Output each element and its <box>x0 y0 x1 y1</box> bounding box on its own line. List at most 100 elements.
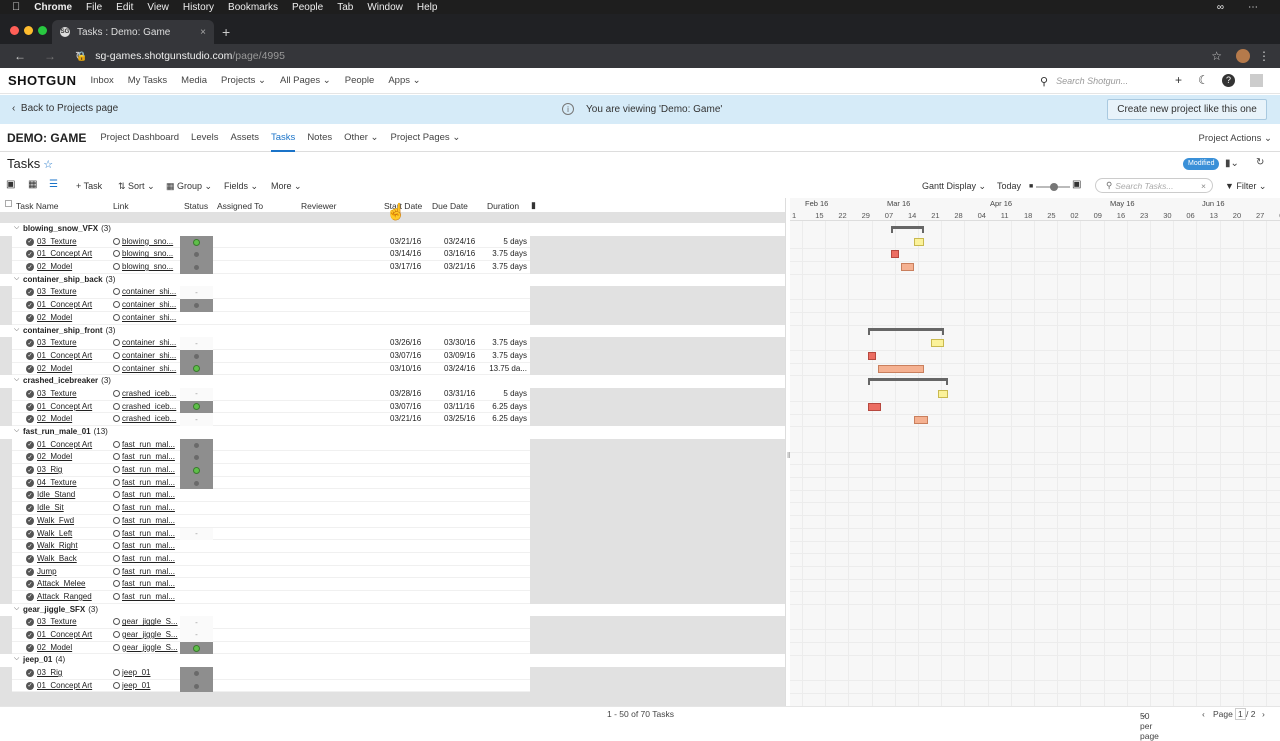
detail-view-icon[interactable]: ☰ <box>49 179 58 190</box>
table-row[interactable]: ✓ 02_Model crashed_iceb... -03/21/16 03/25/1… <box>0 413 785 426</box>
col-assigned-to[interactable]: Assigned To <box>217 201 263 211</box>
tab-project-dashboard[interactable]: Project Dashboard <box>100 124 179 152</box>
table-row[interactable]: ✓ 03_Rig fast_run_mal... <box>0 464 785 477</box>
table-row[interactable]: ✓ 02_Model container_shi... <box>0 311 785 325</box>
group-menu[interactable]: ▦ Group ⌄ <box>166 181 212 192</box>
duration-cell[interactable]: 6.25 days <box>480 402 527 411</box>
profile-avatar[interactable] <box>1236 49 1250 63</box>
status-cell[interactable] <box>180 566 213 579</box>
help-icon[interactable]: ? <box>1222 74 1235 87</box>
entity-link[interactable]: blowing_sno... <box>113 249 179 258</box>
nav-projects[interactable]: Projects ⌄ <box>221 75 266 86</box>
entity-link[interactable]: container_shi... <box>113 351 179 360</box>
task-name-link[interactable]: 01_Concept Art <box>37 402 92 411</box>
group-row[interactable]: ⌵ crashed_icebreaker (3) <box>0 375 785 388</box>
chevron-down-icon[interactable]: ⌵ <box>14 605 19 613</box>
sort-menu[interactable]: ⇅ Sort ⌄ <box>118 181 155 192</box>
tab-other[interactable]: Other ⌄ <box>344 124 378 152</box>
duration-cell[interactable]: 3.75 days <box>480 249 527 258</box>
prev-page-icon[interactable]: ‹ <box>1202 709 1205 719</box>
forward-arrow-icon[interactable]: → <box>40 49 60 63</box>
start-date-cell[interactable]: 03/10/16 <box>390 364 421 373</box>
nav-media[interactable]: Media <box>181 75 207 86</box>
create-project-like-this-button[interactable]: Create new project like this one <box>1107 99 1267 120</box>
entity-link[interactable]: fast_run_mal... <box>113 440 179 449</box>
table-row[interactable]: ✓ Attack_Melee fast_run_mal... <box>0 578 785 591</box>
minimize-window-icon[interactable] <box>24 26 33 35</box>
gantt-task-bar[interactable] <box>914 237 925 246</box>
table-row[interactable]: ✓ 01_Concept Art fast_run_mal... <box>0 438 785 452</box>
close-tab-icon[interactable]: × <box>200 27 206 38</box>
status-cell[interactable] <box>180 464 213 477</box>
entity-link[interactable]: container_shi... <box>113 364 179 373</box>
project-name[interactable]: DEMO: GAME <box>7 131 86 145</box>
task-name-link[interactable]: 01_Concept Art <box>37 681 92 690</box>
table-row[interactable]: ✓ 02_Model blowing_sno... 03/17/16 03/21/16 3… <box>0 261 785 274</box>
menu-file[interactable]: File <box>86 2 102 13</box>
task-name-link[interactable]: Jump <box>37 567 57 576</box>
favorite-star-icon[interactable]: ☆ <box>43 159 53 171</box>
entity-link[interactable]: crashed_iceb... <box>113 414 179 423</box>
status-cell[interactable] <box>180 489 213 502</box>
status-cell[interactable] <box>180 438 213 452</box>
task-name-link[interactable]: 01_Concept Art <box>37 630 92 639</box>
status-cell[interactable] <box>180 299 213 312</box>
menu-window[interactable]: Window <box>367 2 403 13</box>
status-cell[interactable] <box>180 553 213 566</box>
entity-link[interactable]: fast_run_mal... <box>113 465 179 474</box>
gantt-zoom-slider[interactable] <box>1036 183 1070 191</box>
menu-help[interactable]: Help <box>417 2 438 13</box>
table-row[interactable]: ✓ 02_Model fast_run_mal... <box>0 451 785 465</box>
zoom-in-icon[interactable]: ▣ <box>1072 179 1081 190</box>
list-view-icon[interactable]: ▣ <box>6 179 15 190</box>
chevron-down-icon[interactable]: ⌵ <box>14 326 19 334</box>
entity-link[interactable]: crashed_iceb... <box>113 389 179 398</box>
menu-tab[interactable]: Tab <box>337 2 353 13</box>
status-cell[interactable] <box>180 261 213 274</box>
task-name-link[interactable]: Attack_Melee <box>37 579 85 588</box>
shotgun-logo[interactable]: SHOTGUN <box>8 73 77 88</box>
chevron-down-icon[interactable]: ⌵ <box>14 376 19 384</box>
status-cell[interactable] <box>180 540 213 553</box>
slider-knob[interactable] <box>1050 183 1058 191</box>
status-cell[interactable] <box>180 515 213 528</box>
status-cell[interactable] <box>180 451 213 465</box>
gantt-task-bar[interactable] <box>877 364 925 373</box>
chrome-menu-icon[interactable]: ⋮ <box>1258 49 1270 63</box>
table-row[interactable]: ✓ 01_Concept Art jeep_01 <box>0 679 785 693</box>
due-date-cell[interactable]: 03/16/16 <box>444 249 475 258</box>
entity-link[interactable]: container_shi... <box>113 287 179 296</box>
global-search[interactable]: ⚲ Search Shotgun... <box>1040 73 1162 89</box>
start-date-cell[interactable]: 03/21/16 <box>390 414 421 423</box>
due-date-cell[interactable]: 03/24/16 <box>444 237 475 246</box>
due-date-cell[interactable]: 03/11/16 <box>444 402 475 411</box>
status-cell[interactable] <box>180 349 213 363</box>
status-cell[interactable] <box>180 591 213 604</box>
chevron-down-icon[interactable]: ⌵ <box>14 427 19 435</box>
back-to-projects-link[interactable]: ‹ Back to Projects page <box>12 103 118 114</box>
gantt-task-bar[interactable] <box>901 263 915 272</box>
gantt-display-menu[interactable]: Gantt Display ⌄ <box>922 181 986 192</box>
nav-inbox[interactable]: Inbox <box>91 75 114 86</box>
entity-link[interactable]: blowing_sno... <box>113 237 179 246</box>
entity-link[interactable]: container_shi... <box>113 338 179 347</box>
entity-link[interactable]: gear_jiggle_S... <box>113 630 179 639</box>
duration-cell[interactable]: 3.75 days <box>480 351 527 360</box>
entity-link[interactable]: fast_run_mal... <box>113 592 179 601</box>
status-cell[interactable] <box>180 400 213 414</box>
table-row[interactable]: ✓ 03_Texture container_shi... - <box>0 286 785 300</box>
browser-tab[interactable]: SG Tasks : Demo: Game × <box>52 20 214 44</box>
entity-link[interactable]: fast_run_mal... <box>113 567 179 576</box>
group-row[interactable]: ⌵ container_ship_back (3) <box>0 273 785 287</box>
table-row[interactable]: ✓ 01_Concept Art blowing_sno... 03/14/16 03/… <box>0 248 785 262</box>
status-cell[interactable] <box>180 235 213 249</box>
status-cell[interactable] <box>180 679 213 693</box>
search-tasks-input[interactable]: ⚲ Search Tasks... × <box>1095 178 1213 193</box>
entity-link[interactable]: gear_jiggle_S... <box>113 643 179 652</box>
task-name-link[interactable]: 02_Model <box>37 313 72 322</box>
entity-link[interactable]: fast_run_mal... <box>113 579 179 588</box>
entity-link[interactable]: jeep_01 <box>113 668 179 677</box>
status-cell[interactable]: - <box>180 286 213 300</box>
select-all-checkbox[interactable] <box>5 200 12 207</box>
table-row[interactable]: ✓ 03_Texture blowing_sno... 03/21/16 03/24/1… <box>0 235 785 249</box>
